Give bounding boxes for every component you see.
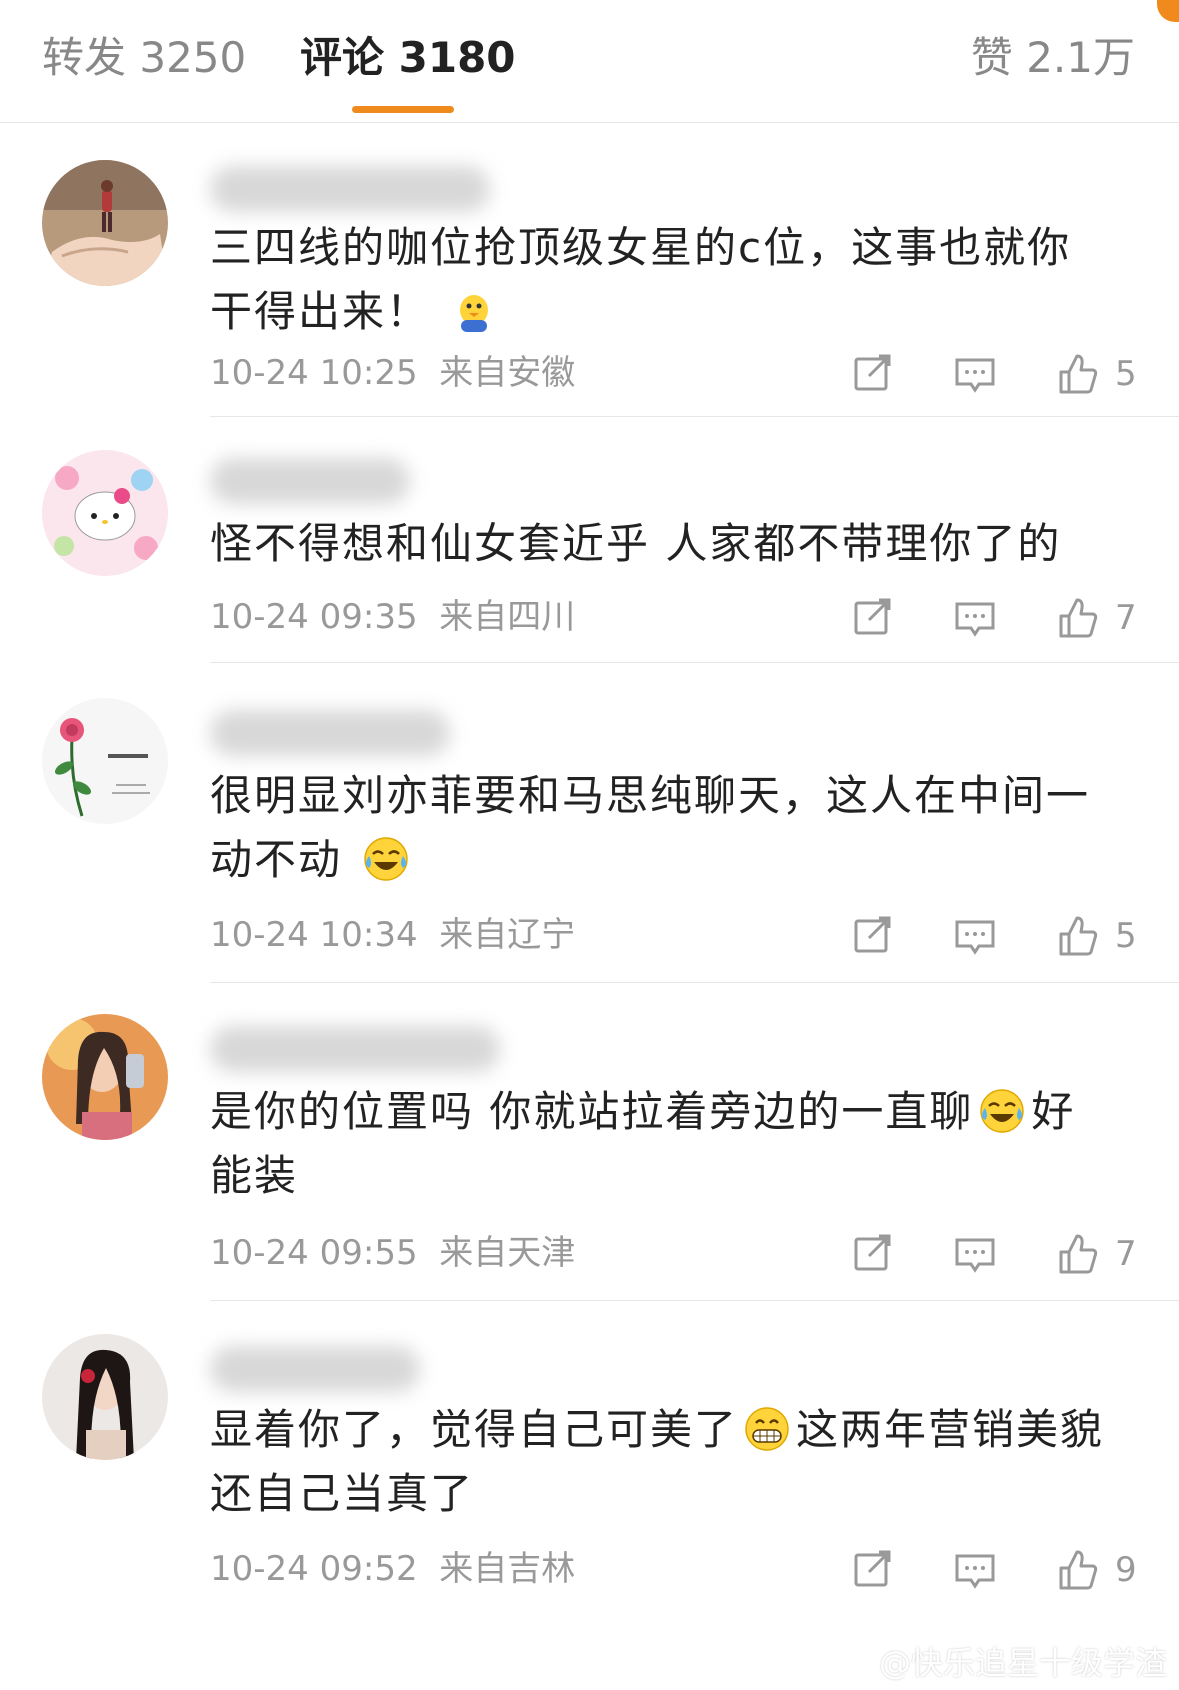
like-thumb-icon[interactable] <box>1055 596 1099 640</box>
divider <box>210 662 1179 663</box>
repost-icon[interactable] <box>851 596 895 640</box>
comment-location: 来自天津 <box>439 1233 576 1273</box>
comment-text: 怪不得想和仙女套近乎 人家都不带理你了的 <box>210 519 1062 568</box>
laugh-cry-emoji <box>980 1089 1025 1133</box>
comment-meta: 10-24 09:55 来自天津 <box>210 1232 575 1274</box>
comment-actions: 7 <box>793 1230 1137 1278</box>
tab-likes[interactable]: 赞 2.1万 <box>971 30 1135 86</box>
avatar[interactable] <box>42 450 168 576</box>
comment-item: 怪不得想和仙女套近乎 人家都不带理你了的 10-24 09:35 来自四川 7 <box>0 428 1179 674</box>
like-thumb-icon[interactable] <box>1055 1232 1099 1276</box>
divider <box>210 1300 1179 1301</box>
comment-meta: 10-24 10:25 来自安徽 <box>210 352 575 394</box>
repost-icon[interactable] <box>851 1548 895 1592</box>
repost-icon[interactable] <box>851 352 895 396</box>
avatar-hand-image <box>42 160 168 286</box>
avatar[interactable] <box>42 1014 168 1140</box>
comment-actions: 5 <box>793 350 1137 398</box>
comment-time: 10-24 10:34 <box>210 915 418 955</box>
username-blurred[interactable] <box>210 1346 420 1392</box>
avatar[interactable] <box>42 1334 168 1460</box>
chick-emoji <box>460 295 489 332</box>
comment-text: 很明显刘亦菲要和马思纯聊天，这人在中间一动不动 <box>210 771 1091 884</box>
comment-actions: 7 <box>793 594 1137 642</box>
comment-item: 是你的位置吗 你就站拉着旁边的一直聊 好能装 10-24 09:55 来自天津 … <box>0 992 1179 1310</box>
comment-actions: 5 <box>793 912 1137 960</box>
divider <box>210 416 1179 417</box>
comment-meta: 10-24 09:52 来自吉林 <box>210 1548 575 1590</box>
comment-time: 10-24 09:52 <box>210 1549 418 1589</box>
repost-icon[interactable] <box>851 914 895 958</box>
like-count: 7 <box>1115 598 1137 638</box>
active-tab-indicator <box>352 106 454 113</box>
watermark: @快乐追星十级学渣 <box>829 1638 1167 1684</box>
comment-icon[interactable] <box>953 1548 997 1592</box>
comment-text: 是你的位置吗 你就站拉着旁边的一直聊 好能装 <box>210 1087 1076 1200</box>
avatar[interactable] <box>42 698 168 824</box>
avatar-portrait-image <box>42 1334 168 1460</box>
comment-item: 三四线的咖位抢顶级女星的c位，这事也就你干得出来！ 10-24 10:25 来自… <box>0 122 1179 428</box>
comment-location: 来自安徽 <box>439 353 576 393</box>
grin-emoji <box>745 1407 789 1451</box>
tab-bar: 转发 3250 评论 3180 赞 2.1万 <box>0 0 1179 123</box>
like-count: 7 <box>1115 1234 1137 1274</box>
comment-icon[interactable] <box>953 352 997 396</box>
comment-text: 三四线的咖位抢顶级女星的c位，这事也就你干得出来！ <box>210 223 1072 336</box>
like-count: 9 <box>1115 1550 1137 1590</box>
comment-location: 来自四川 <box>439 597 576 637</box>
comment-meta: 10-24 09:35 来自四川 <box>210 596 575 638</box>
comment-list: 三四线的咖位抢顶级女星的c位，这事也就你干得出来！ 10-24 10:25 来自… <box>0 122 1179 1690</box>
comment-item: 显着你了，觉得自己可美了 这两年营销美貌还自己当真了 10-24 09:52 来… <box>0 1310 1179 1690</box>
comment-location: 来自辽宁 <box>439 915 576 955</box>
tab-reposts[interactable]: 转发 3250 <box>42 30 246 86</box>
comment-text: 显着你了，觉得自己可美了 这两年营销美貌还自己当真了 <box>210 1405 1105 1518</box>
comment-time: 10-24 09:55 <box>210 1233 418 1273</box>
avatar-rose-image <box>42 698 168 824</box>
laugh-cry-emoji <box>364 837 409 881</box>
like-count: 5 <box>1115 354 1137 394</box>
username-blurred[interactable] <box>210 458 410 504</box>
comment-actions: 9 <box>793 1546 1137 1594</box>
comment-meta: 10-24 10:34 来自辽宁 <box>210 914 575 956</box>
username-blurred[interactable] <box>210 166 490 212</box>
repost-icon[interactable] <box>851 1232 895 1276</box>
comment-icon[interactable] <box>953 1232 997 1276</box>
avatar-hello-kitty-image <box>42 450 168 576</box>
comment-location: 来自吉林 <box>439 1549 576 1589</box>
weibo-logo-icon <box>829 1647 871 1678</box>
comment-item: 很明显刘亦菲要和马思纯聊天，这人在中间一动不动 10-24 10:34 来自辽宁… <box>0 674 1179 992</box>
comment-time: 10-24 10:25 <box>210 353 418 393</box>
like-thumb-icon[interactable] <box>1055 352 1099 396</box>
like-thumb-icon[interactable] <box>1055 1548 1099 1592</box>
like-thumb-icon[interactable] <box>1055 914 1099 958</box>
like-count: 5 <box>1115 916 1137 956</box>
comment-icon[interactable] <box>953 596 997 640</box>
username-blurred[interactable] <box>210 710 450 756</box>
watermark-text: @快乐追星十级学渣 <box>878 1644 1167 1682</box>
comment-time: 10-24 09:35 <box>210 597 418 637</box>
tab-comments[interactable]: 评论 3180 <box>300 30 516 86</box>
avatar[interactable] <box>42 160 168 286</box>
divider <box>210 982 1179 983</box>
avatar-selfie-image <box>42 1014 168 1140</box>
username-blurred[interactable] <box>210 1026 500 1072</box>
comment-icon[interactable] <box>953 914 997 958</box>
